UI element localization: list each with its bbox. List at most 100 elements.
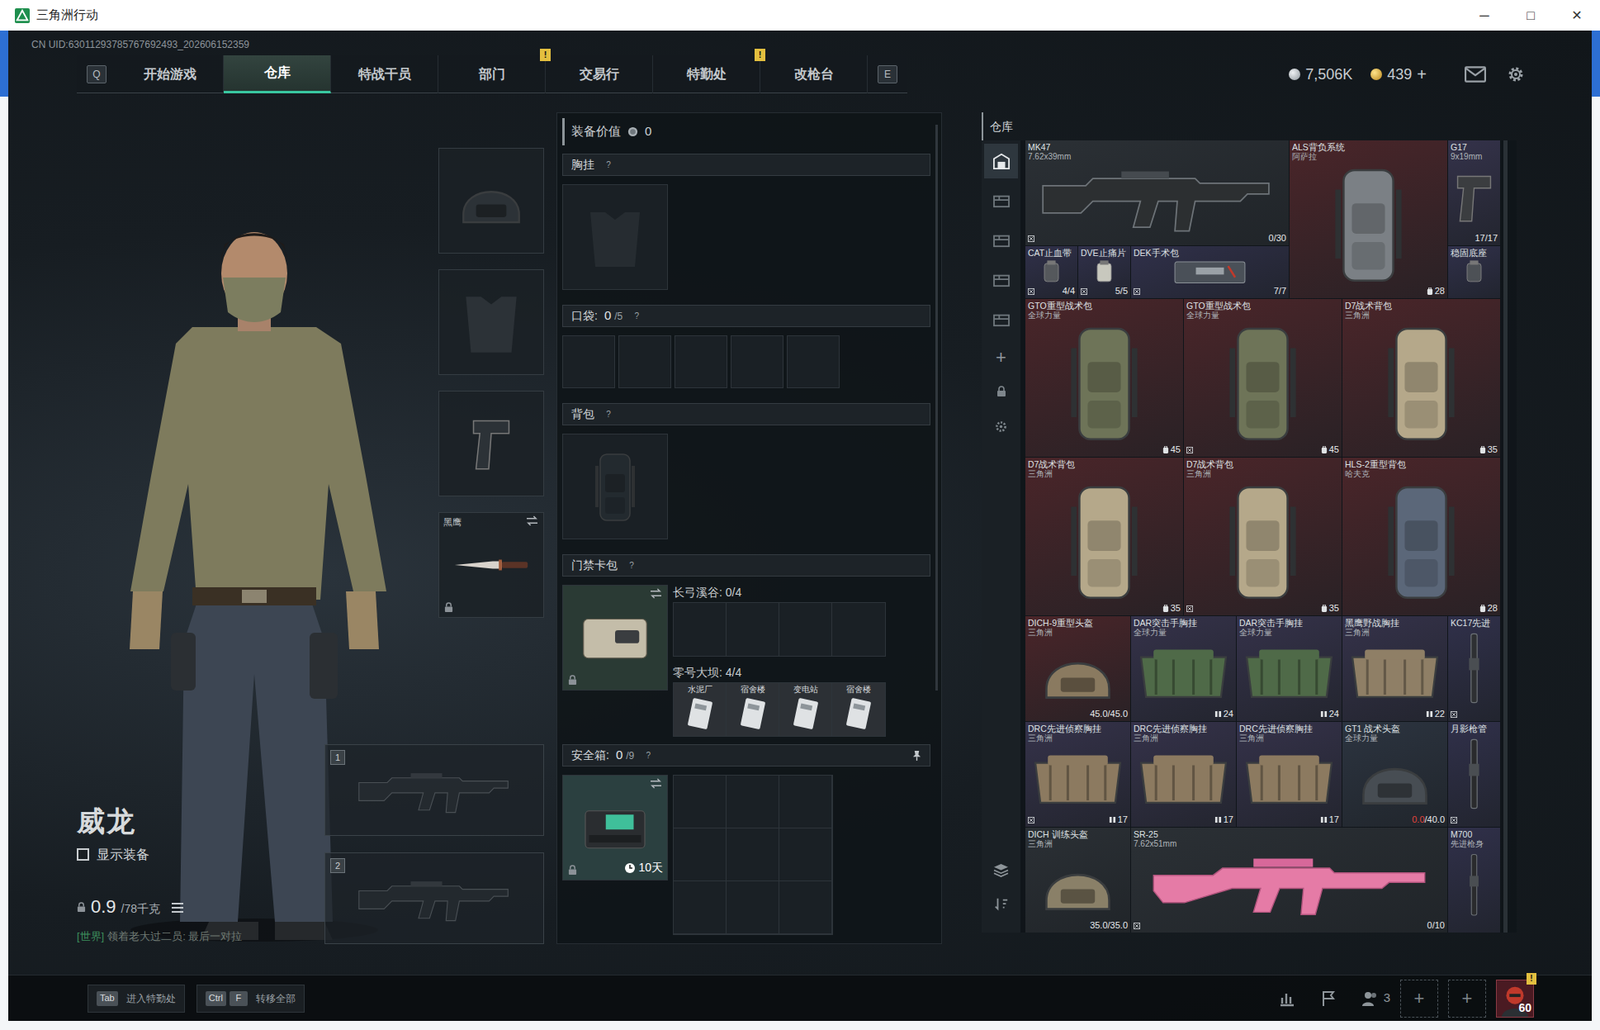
warehouse-item[interactable]: DAR突击手胸挂全球力量24 xyxy=(1131,615,1236,721)
mail-icon[interactable] xyxy=(1464,66,1487,83)
pocket-slot[interactable] xyxy=(562,335,616,389)
warehouse-item[interactable]: GT1 战术头盔全球力量0.0/40.0 xyxy=(1342,721,1448,827)
maximize-button[interactable]: □ xyxy=(1507,5,1554,26)
safebox-cell[interactable] xyxy=(726,775,780,829)
sort-icon[interactable] xyxy=(994,889,1009,919)
warehouse-item[interactable]: M700先进枪身 xyxy=(1448,827,1501,933)
safebox-cell[interactable] xyxy=(673,775,727,829)
warehouse-item[interactable]: HLS-2重型背包哈夫克28 xyxy=(1342,457,1501,616)
stats-icon[interactable] xyxy=(1278,989,1296,1007)
nav-tab[interactable]: 交易行 xyxy=(545,55,654,94)
warehouse-item[interactable]: 月影枪管 xyxy=(1448,721,1501,827)
warehouse-item[interactable]: GTO重型战术包全球力量45 xyxy=(1183,298,1342,457)
key-hint-button[interactable]: Tab进入特勤处 xyxy=(87,984,185,1013)
warehouse-tab[interactable] xyxy=(984,222,1018,258)
keycard[interactable]: 宿舍楼 xyxy=(726,682,780,736)
weapon-slot[interactable]: 2 xyxy=(324,852,545,944)
keycard[interactable]: 变电站 xyxy=(779,682,833,736)
friends-button[interactable]: 3 xyxy=(1361,988,1391,1008)
help-button[interactable]: ? xyxy=(602,408,615,421)
warehouse-item[interactable]: DVE止痛片5/5 xyxy=(1078,246,1131,299)
pocket-slot[interactable] xyxy=(674,335,728,389)
gear-icon[interactable] xyxy=(994,411,1009,441)
keycard-slot[interactable] xyxy=(673,602,727,656)
safebox-cell[interactable] xyxy=(726,828,780,881)
gear-icon[interactable] xyxy=(1505,64,1526,85)
keycard[interactable]: 水泥厂 xyxy=(673,682,727,736)
nav-tab[interactable]: 特勤处! xyxy=(653,55,761,94)
warehouse-item[interactable]: SR-257.62x51mm0/10 xyxy=(1131,827,1448,933)
warehouse-item[interactable]: D7战术背包三角洲35 xyxy=(1183,457,1342,616)
checkbox[interactable] xyxy=(76,847,90,861)
nav-tab[interactable]: 仓库 xyxy=(223,55,332,94)
warehouse-item[interactable]: D7战术背包三角洲35 xyxy=(1342,298,1501,457)
add-storage-button[interactable]: + xyxy=(995,341,1007,372)
warehouse-item[interactable]: KC17先进 xyxy=(1448,615,1501,721)
keycard-slot[interactable] xyxy=(726,602,780,656)
warehouse-item[interactable]: D7战术背包三角洲35 xyxy=(1025,457,1184,616)
warehouse-item[interactable]: DAR突击手胸挂全球力量24 xyxy=(1236,615,1342,721)
warehouse-item[interactable]: 黑鹰野战胸挂三角洲22 xyxy=(1342,615,1448,721)
scrollbar[interactable] xyxy=(1503,140,1508,933)
safebox-cell[interactable] xyxy=(779,828,833,881)
swap-icon[interactable] xyxy=(648,777,663,789)
warehouse-tab[interactable] xyxy=(984,262,1018,298)
list-icon[interactable] xyxy=(171,902,184,913)
pin-icon[interactable] xyxy=(912,749,922,761)
help-button[interactable]: ? xyxy=(602,159,615,171)
keycard[interactable]: 宿舍楼 xyxy=(832,682,886,736)
warehouse-item[interactable]: DICH-9重型头盔三角洲45.0/45.0 xyxy=(1025,615,1131,721)
warehouse-item[interactable]: MK477.62x39mm0/30 xyxy=(1025,140,1289,246)
safebox-cell[interactable] xyxy=(673,880,727,934)
swap-icon[interactable] xyxy=(525,515,540,526)
equipment-slot[interactable]: 黑鹰 xyxy=(438,511,545,618)
equipment-slot[interactable] xyxy=(438,390,545,497)
nav-tab[interactable]: 改枪台 xyxy=(760,55,868,94)
warehouse-item[interactable]: DRC先进侦察胸挂三角洲17 xyxy=(1236,721,1342,827)
player-avatar[interactable]: 60! xyxy=(1495,979,1534,1018)
pocket-slot[interactable] xyxy=(618,335,672,389)
warehouse-item[interactable]: CAT止血带4/4 xyxy=(1025,246,1078,299)
minimize-button[interactable]: ─ xyxy=(1461,5,1508,26)
scrollbar[interactable] xyxy=(935,124,938,691)
safebox-cell[interactable] xyxy=(673,828,727,881)
equipment-slot[interactable] xyxy=(438,269,545,375)
backpack-slot[interactable] xyxy=(562,433,668,540)
safebox-slot[interactable]: 10天 xyxy=(562,774,668,881)
warehouse-tab[interactable] xyxy=(984,302,1018,337)
flag-icon[interactable] xyxy=(1320,989,1337,1007)
warehouse-tab[interactable] xyxy=(984,143,1018,179)
swap-icon[interactable] xyxy=(648,587,663,599)
keycase-slot[interactable] xyxy=(562,584,668,691)
show-equipment-toggle[interactable]: 显示装备 xyxy=(76,844,325,865)
warehouse-item[interactable]: DRC先进侦察胸挂三角洲17 xyxy=(1025,721,1131,827)
layers-icon[interactable] xyxy=(993,854,1009,885)
help-button[interactable]: ? xyxy=(642,749,654,762)
close-button[interactable]: ✕ xyxy=(1553,5,1600,26)
warehouse-item[interactable]: G179x19mm17/17 xyxy=(1448,140,1501,246)
safebox-cell[interactable] xyxy=(779,880,833,934)
warehouse-item[interactable]: 稳固底座 xyxy=(1448,246,1501,299)
warehouse-tab[interactable] xyxy=(984,183,1018,218)
pocket-slot[interactable] xyxy=(730,335,784,389)
chest-slot[interactable] xyxy=(562,184,668,290)
warehouse-item[interactable]: GTO重型战术包全球力量45 xyxy=(1025,298,1184,457)
invite-slot[interactable]: + xyxy=(1448,979,1487,1018)
warehouse-item[interactable]: DEK手术包7/7 xyxy=(1131,246,1289,299)
add-currency-button[interactable]: + xyxy=(1416,61,1427,87)
pocket-slot[interactable] xyxy=(786,335,840,389)
help-button[interactable]: ? xyxy=(625,559,638,572)
keycard-slot[interactable] xyxy=(832,602,886,656)
nav-tab[interactable]: 部门! xyxy=(438,55,546,94)
warehouse-item[interactable]: DICH 训练头盔三角洲35.0/35.0 xyxy=(1025,827,1131,933)
nav-tab[interactable]: 开始游戏 xyxy=(116,55,224,94)
safebox-cell[interactable] xyxy=(726,880,780,934)
help-button[interactable]: ? xyxy=(630,310,643,322)
safebox-cell[interactable] xyxy=(779,775,833,829)
invite-slot[interactable]: + xyxy=(1400,979,1439,1018)
warehouse-item[interactable]: DRC先进侦察胸挂三角洲17 xyxy=(1131,721,1236,827)
key-hint-button[interactable]: CtrlF转移全部 xyxy=(196,984,305,1013)
equipment-slot[interactable] xyxy=(438,147,545,254)
keycard-slot[interactable] xyxy=(779,602,833,656)
weapon-slot[interactable]: 1 xyxy=(324,743,545,836)
